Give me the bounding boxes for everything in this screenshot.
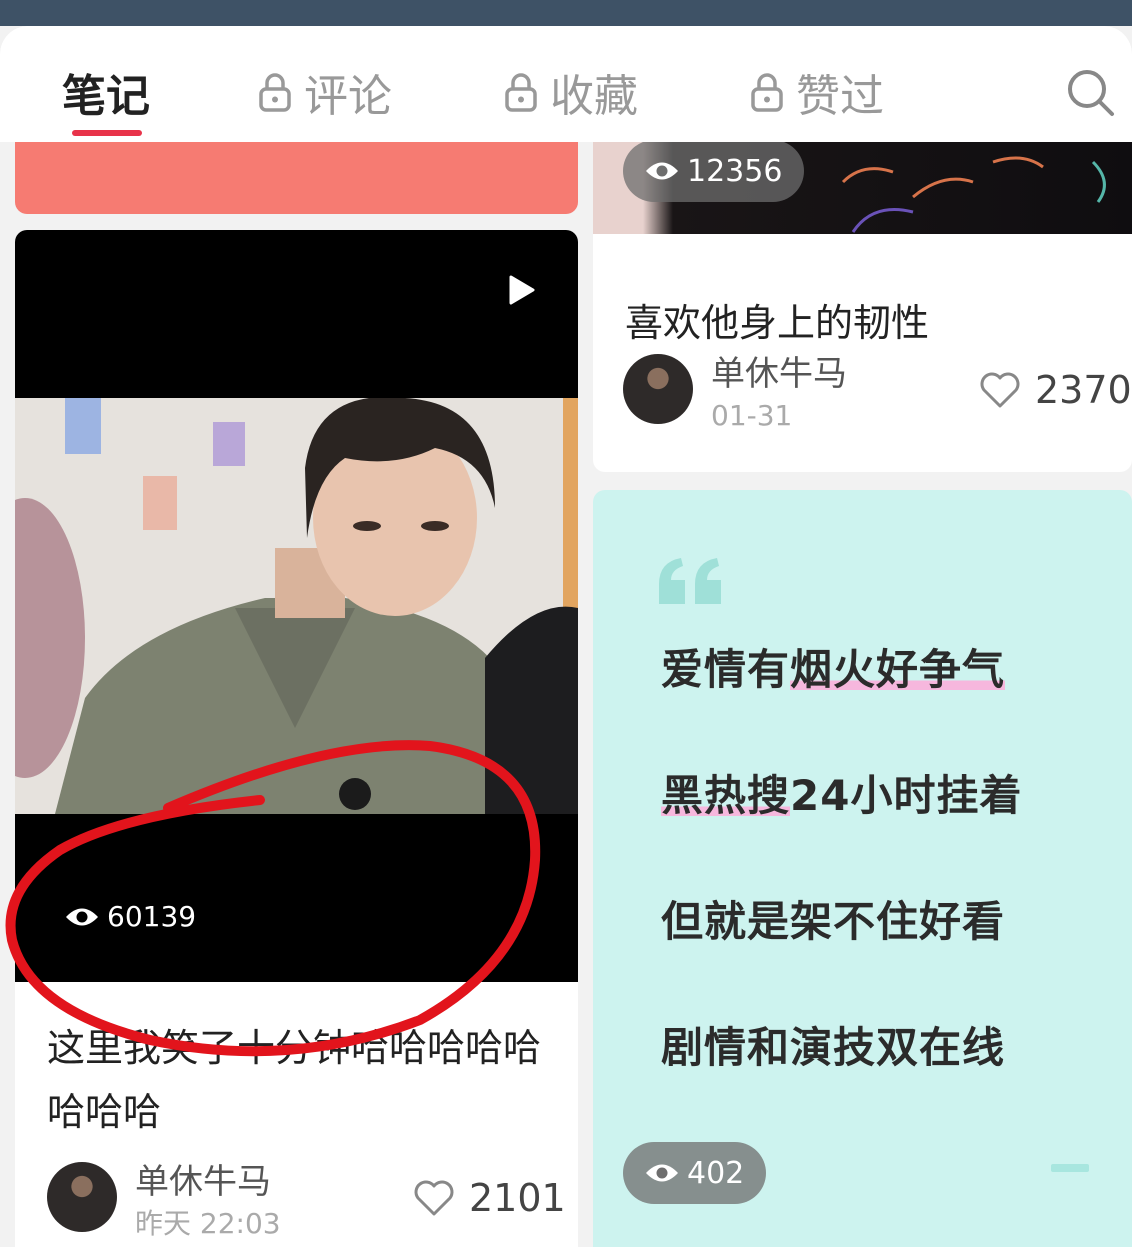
image-note-view-count: 12356 <box>623 142 805 202</box>
author-name: 单休牛马 <box>135 1162 271 1202</box>
text-note-card[interactable]: 爱情有烟火好争气 黑热搜24小时挂着 但就是架不住好看 剧情和演技双在线 402 <box>593 490 1132 1247</box>
active-tab-indicator <box>72 130 142 136</box>
avatar[interactable] <box>47 1162 117 1232</box>
image-note-like-button[interactable]: 2370 <box>979 368 1132 412</box>
eye-icon <box>646 162 678 180</box>
eye-icon <box>66 908 98 925</box>
text-note-view-count: 402 <box>623 1142 767 1204</box>
views-value: 12356 <box>687 153 783 189</box>
tab-bar: 笔记 评论 收藏 赞过 <box>0 26 1132 142</box>
profile-sheet: 笔记 评论 收藏 赞过 60139 这里我笑了十分钟哈哈哈哈哈哈哈哈 单休牛马 … <box>0 26 1132 1247</box>
quote-line: 爱情有烟火好争气 <box>661 636 1006 697</box>
lock-icon <box>505 73 537 112</box>
video-view-count: 60139 <box>65 900 196 933</box>
tab-comments-label: 评论 <box>304 71 392 122</box>
video-note-author[interactable]: 单休牛马 昨天 22:03 <box>47 1162 281 1242</box>
tab-liked[interactable]: 赞过 <box>750 64 884 122</box>
top-strip <box>0 0 1132 26</box>
lock-icon <box>259 73 291 112</box>
video-note-card[interactable]: 60139 这里我笑了十分钟哈哈哈哈哈哈哈哈 单休牛马 昨天 22:03 210… <box>15 230 578 1247</box>
tab-liked-label: 赞过 <box>796 71 884 122</box>
tab-collections-label: 收藏 <box>550 71 638 122</box>
quote-line-3: 但就是架不住好看 <box>661 897 1006 946</box>
video-views-value: 60139 <box>107 900 197 933</box>
avatar[interactable] <box>623 354 693 424</box>
search-icon[interactable] <box>1064 66 1116 118</box>
lock-icon <box>751 73 783 112</box>
heart-icon <box>980 372 1020 408</box>
quote-line: 黑热搜24小时挂着 <box>661 762 1022 823</box>
quote-mark-icon <box>659 558 721 604</box>
quote-line-1: 爱情有烟火好争气 <box>661 645 1006 694</box>
author-name: 单休牛马 <box>711 354 847 394</box>
eye-icon <box>646 1164 678 1182</box>
quote-line: 但就是架不住好看 <box>661 888 1005 949</box>
decorative-dash <box>1051 1164 1089 1172</box>
image-note-author[interactable]: 单休牛马 01-31 <box>623 354 847 434</box>
tab-comments[interactable]: 评论 <box>258 64 392 122</box>
tab-collections[interactable]: 收藏 <box>504 64 638 122</box>
like-count: 2101 <box>469 1176 566 1220</box>
tab-notes[interactable]: 笔记 <box>62 64 150 122</box>
video-note-title[interactable]: 这里我笑了十分钟哈哈哈哈哈哈哈哈 <box>47 1016 557 1144</box>
quote-highlight: 黑热搜 <box>661 771 791 820</box>
quote-line-2: 黑热搜24小时挂着 <box>661 771 1023 820</box>
heart-icon <box>414 1180 454 1216</box>
quote-line: 剧情和演技双在线 <box>661 1014 1005 1075</box>
tab-notes-label: 笔记 <box>62 71 150 122</box>
image-note-title[interactable]: 喜欢他身上的韧性 <box>625 292 929 347</box>
quote-highlight: 烟火好争气 <box>790 645 1006 694</box>
video-cover[interactable]: 60139 <box>15 230 578 982</box>
like-count: 2370 <box>1035 368 1132 412</box>
play-icon <box>509 275 535 305</box>
image-note-card[interactable]: 12356 喜欢他身上的韧性 单休牛马 01-31 2370 <box>593 142 1132 472</box>
video-note-like-button[interactable]: 2101 <box>413 1176 566 1220</box>
video-still-image <box>15 398 578 814</box>
post-time: 昨天 22:03 <box>135 1207 281 1240</box>
views-value: 402 <box>687 1155 745 1191</box>
post-time: 01-31 <box>711 399 793 432</box>
quote-line-4: 剧情和演技双在线 <box>661 1023 1006 1072</box>
